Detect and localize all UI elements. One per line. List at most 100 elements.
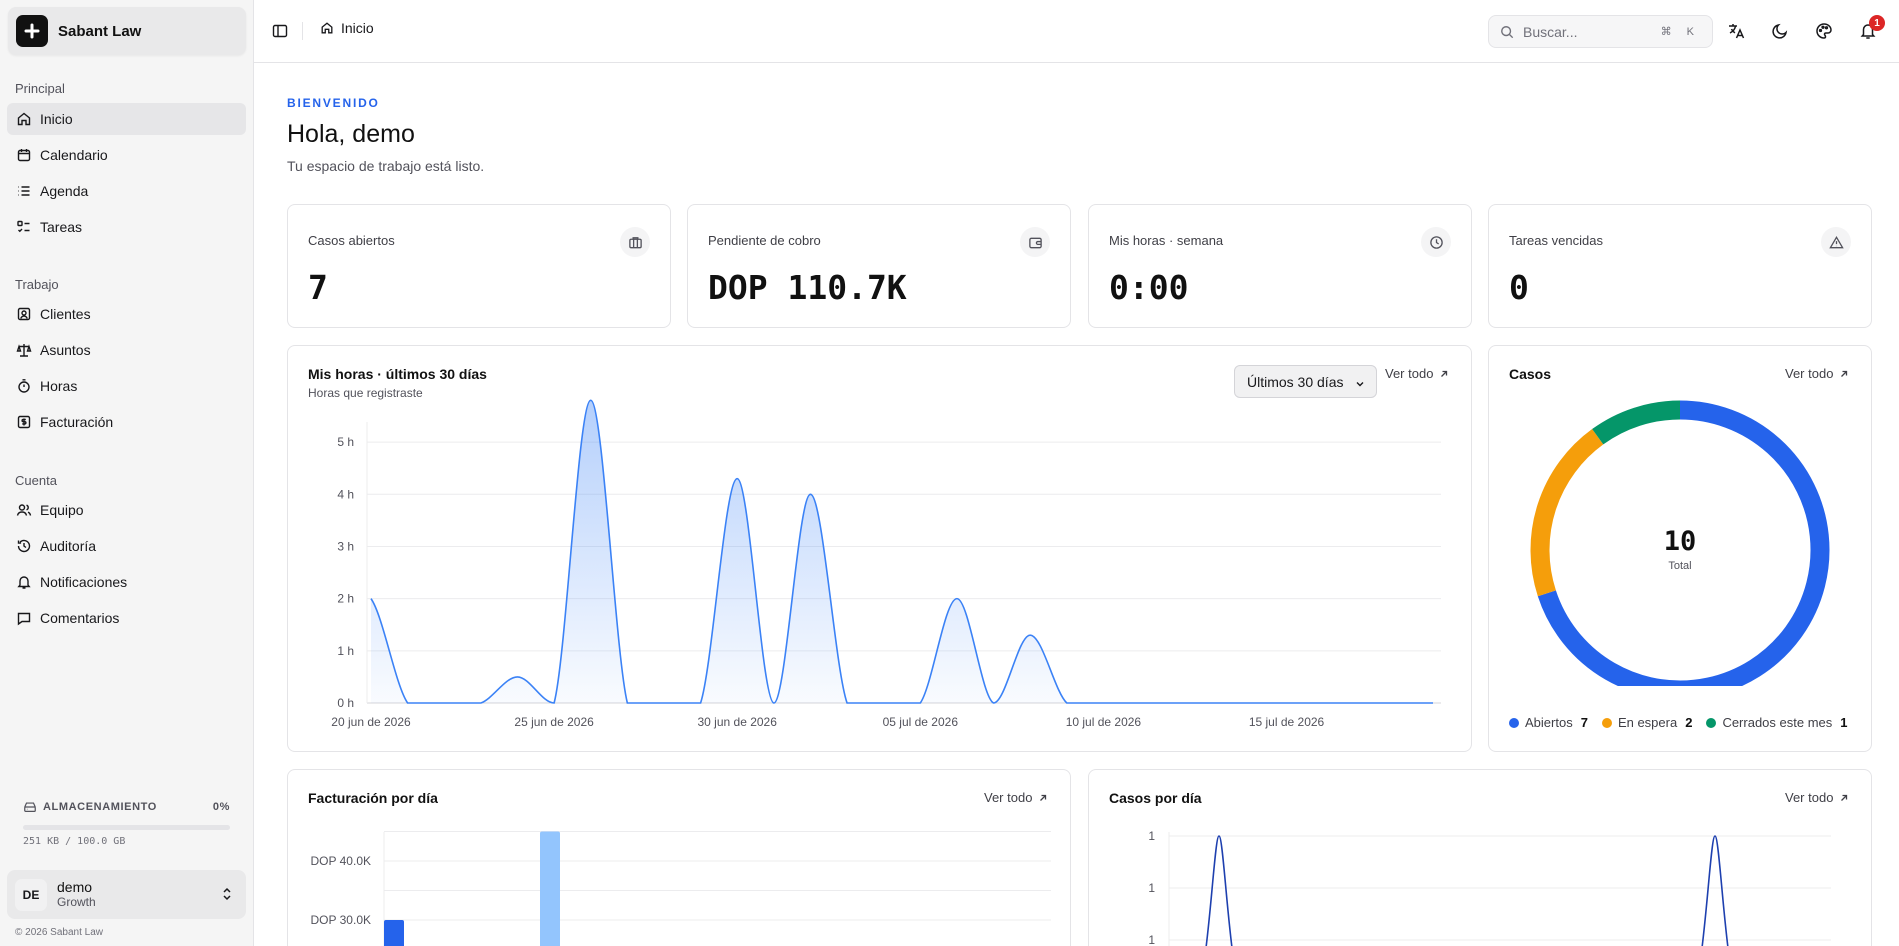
storage-header: ALMACENAMIENTO 0% — [23, 800, 230, 814]
legend-count: 7 — [1580, 715, 1588, 730]
cases-series-peak-2 — [1701, 835, 1729, 946]
breadcrumb[interactable]: Inicio — [320, 20, 374, 36]
stat-value: 0 — [1509, 268, 1529, 307]
y-tick-label: 0 h — [337, 696, 354, 710]
billing-bar-1 — [384, 920, 404, 946]
legend-label: En espera — [1617, 715, 1678, 730]
contact-icon — [17, 307, 31, 321]
x-tick-label: 30 jun de 2026 — [698, 715, 778, 729]
clock-icon — [1421, 227, 1451, 257]
moon-icon[interactable] — [1771, 22, 1789, 40]
hours-area-chart: 0 h 1 h 2 h 3 h 4 h 5 h 20 jun de 2026 25 jun d… — [331, 399, 1441, 729]
donut-legend: Abiertos 7 En espera 2 Cerrados este mes… — [1509, 715, 1862, 730]
x-tick-label: 15 jul de 2026 — [1249, 715, 1325, 729]
storage-usage: 251 KB / 100.0 GB — [23, 836, 126, 847]
cases-donut-card: Casos Ver todo 10 Total Abiertos 7 En es… — [1488, 345, 1872, 752]
invoice-icon — [17, 415, 31, 429]
sidebar-item-agenda[interactable]: Agenda — [7, 175, 246, 207]
sidebar-item-tareas[interactable]: Tareas — [7, 211, 246, 243]
sidebar-item-asuntos[interactable]: Asuntos — [7, 334, 246, 366]
notification-badge: 1 — [1869, 15, 1885, 31]
x-tick-label: 05 jul de 2026 — [883, 715, 959, 729]
sidebar-item-label: Auditoría — [40, 538, 97, 554]
bell-icon — [17, 576, 31, 589]
cases-per-day-card: Casos por día Ver todo 111 — [1088, 769, 1872, 946]
sidebar-item-inicio[interactable]: Inicio — [7, 103, 246, 135]
storage-icon — [24, 802, 36, 812]
workspace-switcher[interactable]: Sabant Law — [8, 7, 246, 55]
y-tick-label: 5 h — [337, 435, 354, 449]
nav-section-trabajo: Trabajo — [15, 277, 59, 292]
search-placeholder: Buscar... — [1523, 23, 1578, 40]
cases-per-day-chart: 1 1 1 — [1148, 829, 1831, 946]
sidebar-item-label: Facturación — [40, 414, 114, 430]
sidebar-item-auditoria[interactable]: Auditoría — [7, 530, 246, 562]
cases-series-peak-1 — [1205, 835, 1233, 946]
billing-bar-2 — [540, 831, 560, 946]
sidebar-item-label: Clientes — [40, 306, 91, 322]
users-icon — [16, 504, 32, 516]
sidebar-item-label: Comentarios — [40, 610, 120, 626]
sidebar-item-notificaciones[interactable]: Notificaciones — [7, 566, 246, 598]
workspace-name: Sabant Law — [58, 22, 142, 40]
stat-label: Mis horas · semana — [1109, 233, 1224, 248]
stat-value: 0:00 — [1109, 268, 1189, 307]
translate-icon[interactable] — [1727, 22, 1745, 40]
x-tick-label: 20 jun de 2026 — [331, 715, 411, 729]
sidebar-item-label: Equipo — [40, 502, 84, 518]
cases-donut-chart — [1530, 400, 1830, 686]
y-tick-label: 1 — [1148, 933, 1155, 946]
legend-swatch-cerrados — [1706, 717, 1717, 728]
topbar-divider — [302, 22, 303, 40]
stat-value: DOP 110.7K — [708, 268, 907, 307]
sidebar-toggle-icon[interactable] — [272, 23, 288, 39]
stat-card-pending-collection[interactable]: Pendiente de cobro DOP 110.7K — [687, 204, 1071, 328]
sidebar-item-equipo[interactable]: Equipo — [7, 494, 246, 526]
sidebar-item-clientes[interactable]: Clientes — [7, 298, 246, 330]
scale-icon — [16, 344, 32, 357]
y-tick-label: 4 h — [337, 487, 354, 501]
search-input[interactable]: Buscar... ⌘ K — [1488, 15, 1713, 48]
wallet-icon — [1020, 227, 1050, 257]
y-tick-label: 1 — [1148, 829, 1155, 843]
list-icon — [18, 186, 30, 196]
avatar: DE — [15, 878, 47, 911]
legend-label: Abiertos — [1525, 715, 1573, 730]
legend-label: Cerrados este mes — [1722, 715, 1833, 730]
page-subtitle: Tu espacio de trabajo está listo. — [287, 158, 485, 174]
timer-icon — [18, 379, 30, 393]
welcome-kicker: BIENVENIDO — [287, 96, 380, 110]
y-tick-label: DOP 40.0K — [311, 854, 371, 868]
hours-area-fill — [371, 400, 1433, 703]
billing-bar-chart: DOP 40.0K DOP 30.0K — [311, 831, 1051, 946]
y-tick-label: 1 h — [337, 644, 354, 658]
sidebar-item-comentarios[interactable]: Comentarios — [7, 602, 246, 634]
user-plan: Growth — [57, 894, 96, 909]
user-menu[interactable]: DE demo Growth — [7, 870, 246, 919]
stat-value: 7 — [308, 268, 328, 307]
sidebar-item-calendario[interactable]: Calendario — [7, 139, 246, 171]
y-tick-label: 1 — [1148, 881, 1155, 895]
legend-swatch-en-espera — [1601, 717, 1612, 728]
page-title: Hola, demo — [287, 120, 415, 148]
palette-icon[interactable] — [1815, 22, 1833, 40]
sidebar-item-label: Agenda — [40, 183, 89, 199]
stat-card-my-hours[interactable]: Mis horas · semana 0:00 — [1088, 204, 1472, 328]
stat-card-overdue-tasks[interactable]: Tareas vencidas 0 — [1488, 204, 1872, 328]
sidebar-item-label: Calendario — [40, 147, 108, 163]
stat-label: Pendiente de cobro — [708, 233, 821, 248]
stat-card-open-cases[interactable]: Casos abiertos 7 — [287, 204, 671, 328]
home-icon — [17, 112, 31, 126]
sidebar-item-label: Asuntos — [40, 342, 91, 358]
y-tick-label: 2 h — [337, 592, 354, 606]
nav-section-cuenta: Cuenta — [15, 473, 57, 488]
history-icon — [17, 539, 31, 553]
logo-icon — [16, 15, 48, 47]
calendar-icon — [17, 149, 31, 162]
sidebar-item-horas[interactable]: Horas — [7, 370, 246, 402]
billing-chart-card: Facturación por día Ver todo DOP 40.0K DO… — [287, 769, 1071, 946]
briefcase-icon — [620, 227, 650, 257]
sidebar-item-facturacion[interactable]: Facturación — [7, 406, 246, 438]
home-icon — [321, 22, 333, 34]
stat-label: Tareas vencidas — [1509, 233, 1603, 248]
